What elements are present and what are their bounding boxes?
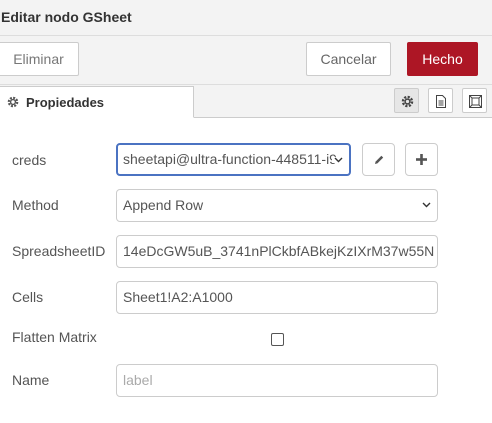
cells-input[interactable]: Sheet1!A2:A1000 [116,281,438,314]
gear-icon [7,96,19,108]
spreadsheet-id-input[interactable]: 14eDcGW5uB_3741nPlCkbfABkejKzIXrM37w55N [116,235,438,268]
delete-button[interactable]: Eliminar [0,42,79,76]
flatten-matrix-label: Flatten Matrix [12,329,97,345]
gear-icon [401,95,414,108]
dialog-toolbar: Eliminar Cancelar Hecho [0,36,492,85]
edit-creds-button[interactable] [362,143,395,176]
plus-icon [416,154,427,165]
name-input[interactable]: label [116,364,438,397]
creds-label: creds [12,152,47,168]
appearance-tab-button[interactable] [462,88,487,113]
cancel-button[interactable]: Cancelar [306,42,391,76]
frame-icon [469,95,482,108]
settings-tab-button[interactable] [394,88,419,113]
description-tab-button[interactable] [428,88,453,113]
add-creds-button[interactable] [405,143,438,176]
tab-properties-label: Propiedades [26,95,105,110]
spreadsheet-id-label: SpreadsheetID [12,243,106,259]
cells-label: Cells [12,289,44,305]
method-select[interactable]: Append Row [116,189,438,222]
dialog-header: Editar nodo GSheet [0,0,492,36]
tab-properties[interactable]: Propiedades [0,86,194,118]
chevron-down-icon [332,157,343,163]
chevron-down-icon [422,202,431,208]
creds-select[interactable]: sheetapi@ultra-function-448511-i9 [116,143,351,176]
dialog-title: Editar nodo GSheet [1,9,132,25]
done-button[interactable]: Hecho [407,42,478,76]
document-icon [436,95,446,108]
name-label: Name [12,372,50,388]
tab-bar: Propiedades [0,85,492,118]
method-value: Append Row [123,197,204,213]
pencil-icon [375,155,384,164]
creds-value: sheetapi@ultra-function-448511-i9 [123,151,337,167]
method-label: Method [12,197,59,213]
flatten-matrix-checkbox[interactable] [271,333,284,346]
